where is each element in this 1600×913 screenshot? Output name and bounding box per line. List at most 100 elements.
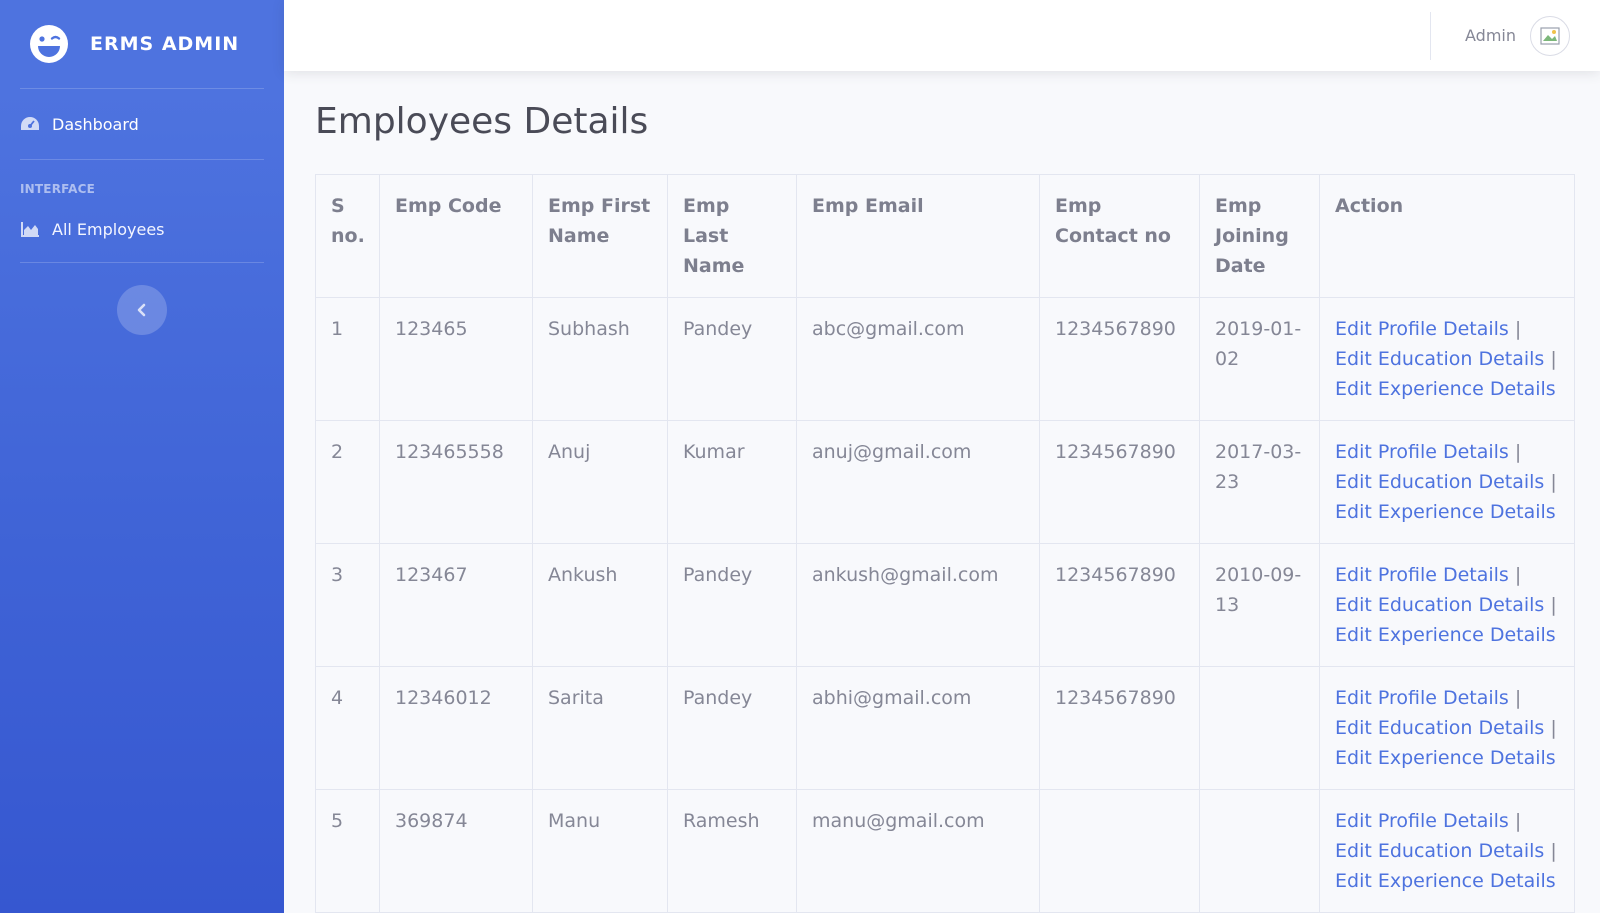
cell-first-name: Manu xyxy=(532,789,668,913)
user-name[interactable]: Admin xyxy=(1465,26,1516,45)
column-header-contact: Emp Contact no xyxy=(1039,174,1200,298)
topbar-divider xyxy=(1430,11,1431,60)
cell-emp-code: 123465558 xyxy=(379,420,533,544)
action-separator: | xyxy=(1514,564,1522,586)
column-header-emp-code: Emp Code xyxy=(379,174,533,298)
column-header-first-name: Emp First Name xyxy=(532,174,668,298)
page-title: Employees Details xyxy=(315,101,649,142)
edit-experience-link[interactable]: Edit Experience Details xyxy=(1335,624,1556,646)
table-header-row: S no. Emp Code Emp First Name Emp Last N… xyxy=(315,174,1575,298)
column-header-joining-date: Emp Joining Date xyxy=(1199,174,1320,298)
edit-experience-link[interactable]: Edit Experience Details xyxy=(1335,747,1556,769)
page-content: Employees Details S no. Emp Code Emp Fir… xyxy=(284,71,1600,913)
main-area: Admin Employees Details S no. Emp Code E… xyxy=(284,0,1600,913)
action-separator: | xyxy=(1514,318,1522,340)
edit-experience-link[interactable]: Edit Experience Details xyxy=(1335,378,1556,400)
edit-profile-link[interactable]: Edit Profile Details xyxy=(1335,441,1509,463)
edit-profile-link[interactable]: Edit Profile Details xyxy=(1335,318,1509,340)
table-row: 1 123465 Subhash Pandey abc@gmail.com 1234567… xyxy=(315,297,1575,421)
column-header-action: Action xyxy=(1319,174,1575,298)
cell-last-name: Pandey xyxy=(667,666,797,790)
cell-sno: 3 xyxy=(315,543,380,667)
chart-area-icon xyxy=(20,220,40,238)
sidebar-item-dashboard[interactable]: Dashboard xyxy=(20,89,264,159)
action-separator: | xyxy=(1550,717,1557,739)
sidebar-item-label: All Employees xyxy=(52,219,165,239)
sidebar-divider xyxy=(20,262,264,263)
cell-first-name: Ankush xyxy=(532,543,668,667)
sidebar-item-all-employees[interactable]: All Employees xyxy=(20,196,264,262)
employees-table: S no. Emp Code Emp First Name Emp Last N… xyxy=(315,174,1575,913)
cell-sno: 4 xyxy=(315,666,380,790)
cell-contact: 1234567890 xyxy=(1039,420,1200,544)
cell-contact xyxy=(1039,789,1200,913)
topbar: Admin xyxy=(284,0,1600,71)
chevron-left-icon xyxy=(137,303,146,317)
action-separator: | xyxy=(1514,441,1522,463)
cell-action: Edit Profile Details | Edit Education De… xyxy=(1319,420,1575,544)
column-header-email: Emp Email xyxy=(796,174,1040,298)
cell-action: Edit Profile Details | Edit Education De… xyxy=(1319,297,1575,421)
edit-education-link[interactable]: Edit Education Details xyxy=(1335,594,1544,616)
table-row: 5 369874 Manu Ramesh manu@gmail.com Edit Prof… xyxy=(315,789,1575,913)
edit-profile-link[interactable]: Edit Profile Details xyxy=(1335,687,1509,709)
cell-last-name: Pandey xyxy=(667,543,797,667)
cell-first-name: Sarita xyxy=(532,666,668,790)
cell-last-name: Pandey xyxy=(667,297,797,421)
cell-contact: 1234567890 xyxy=(1039,666,1200,790)
cell-joining-date xyxy=(1199,789,1320,913)
action-separator: | xyxy=(1514,810,1522,832)
edit-education-link[interactable]: Edit Education Details xyxy=(1335,840,1544,862)
edit-experience-link[interactable]: Edit Experience Details xyxy=(1335,501,1556,523)
cell-sno: 1 xyxy=(315,297,380,421)
tachometer-icon xyxy=(20,115,40,133)
table-row: 4 12346012 Sarita Pandey abhi@gmail.com 12345… xyxy=(315,666,1575,790)
sidebar-heading: INTERFACE xyxy=(20,182,96,196)
action-separator: | xyxy=(1514,687,1522,709)
table-row: 3 123467 Ankush Pandey ankush@gmail.com 12345… xyxy=(315,543,1575,667)
cell-action: Edit Profile Details | Edit Education De… xyxy=(1319,543,1575,667)
column-header-last-name: Emp Last Name xyxy=(667,174,797,298)
edit-profile-link[interactable]: Edit Profile Details xyxy=(1335,564,1509,586)
column-header-sno: S no. xyxy=(315,174,380,298)
app-root: ERMS ADMIN Dashboard INTERFACE All Emplo… xyxy=(0,0,1600,913)
cell-email: ankush@gmail.com xyxy=(796,543,1040,667)
cell-last-name: Kumar xyxy=(667,420,797,544)
cell-email: manu@gmail.com xyxy=(796,789,1040,913)
action-separator: | xyxy=(1550,594,1557,616)
brand-name: ERMS ADMIN xyxy=(90,33,240,55)
cell-email: anuj@gmail.com xyxy=(796,420,1040,544)
cell-joining-date xyxy=(1199,666,1320,790)
cell-emp-code: 123465 xyxy=(379,297,533,421)
cell-emp-code: 12346012 xyxy=(379,666,533,790)
cell-contact: 1234567890 xyxy=(1039,297,1200,421)
cell-action: Edit Profile Details | Edit Education De… xyxy=(1319,789,1575,913)
action-separator: | xyxy=(1550,840,1557,862)
cell-sno: 2 xyxy=(315,420,380,544)
cell-emp-code: 369874 xyxy=(379,789,533,913)
cell-contact: 1234567890 xyxy=(1039,543,1200,667)
cell-email: abc@gmail.com xyxy=(796,297,1040,421)
sidebar: ERMS ADMIN Dashboard INTERFACE All Emplo… xyxy=(0,0,284,913)
sidebar-brand[interactable]: ERMS ADMIN xyxy=(20,0,264,88)
cell-action: Edit Profile Details | Edit Education De… xyxy=(1319,666,1575,790)
laugh-wink-icon xyxy=(30,25,68,63)
cell-last-name: Ramesh xyxy=(667,789,797,913)
action-separator: | xyxy=(1550,348,1557,370)
table-row: 2 123465558 Anuj Kumar anuj@gmail.com 1234567… xyxy=(315,420,1575,544)
edit-experience-link[interactable]: Edit Experience Details xyxy=(1335,870,1556,892)
cell-emp-code: 123467 xyxy=(379,543,533,667)
edit-profile-link[interactable]: Edit Profile Details xyxy=(1335,810,1509,832)
avatar[interactable] xyxy=(1530,15,1570,56)
cell-email: abhi@gmail.com xyxy=(796,666,1040,790)
sidebar-toggle-button[interactable] xyxy=(117,285,167,335)
broken-image-icon xyxy=(1540,26,1560,45)
cell-joining-date: 2019-01-02 xyxy=(1199,297,1320,421)
edit-education-link[interactable]: Edit Education Details xyxy=(1335,717,1544,739)
cell-sno: 5 xyxy=(315,789,380,913)
cell-joining-date: 2017-03-23 xyxy=(1199,420,1320,544)
sidebar-item-label: Dashboard xyxy=(52,114,139,134)
edit-education-link[interactable]: Edit Education Details xyxy=(1335,471,1544,493)
edit-education-link[interactable]: Edit Education Details xyxy=(1335,348,1544,370)
action-separator: | xyxy=(1550,471,1557,493)
